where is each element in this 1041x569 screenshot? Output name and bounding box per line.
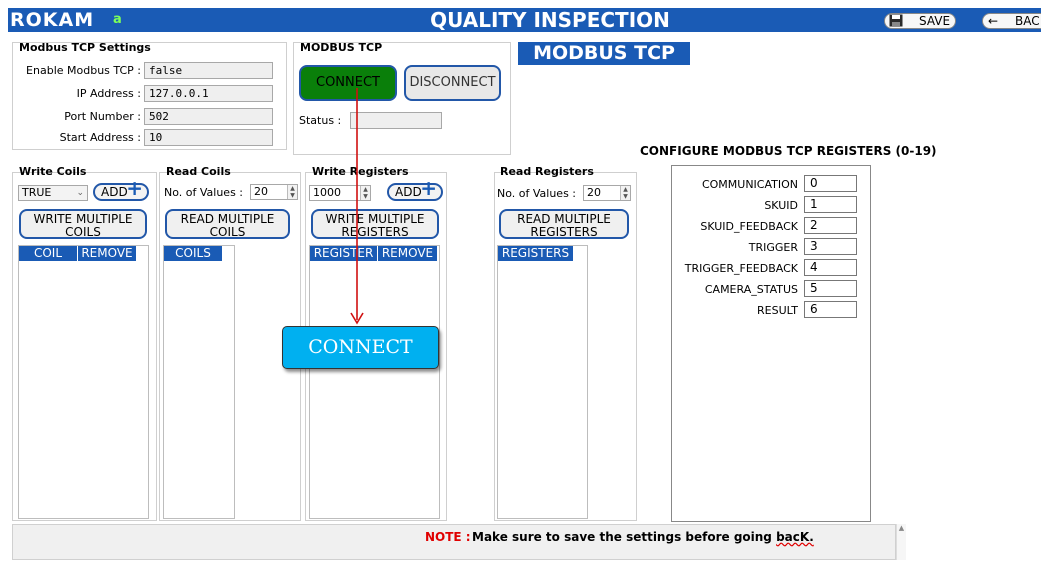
note-label: NOTE : [425,530,471,544]
connect-callout: CONNECT [282,326,439,369]
note-text: Make sure to save the settings before go… [472,530,814,544]
note-scrollbar[interactable]: ▲ [896,524,906,560]
note-text-main: Make sure to save the settings before go… [472,530,772,544]
note-text-last: bacK. [776,530,814,544]
annotation-arrow [350,88,364,325]
